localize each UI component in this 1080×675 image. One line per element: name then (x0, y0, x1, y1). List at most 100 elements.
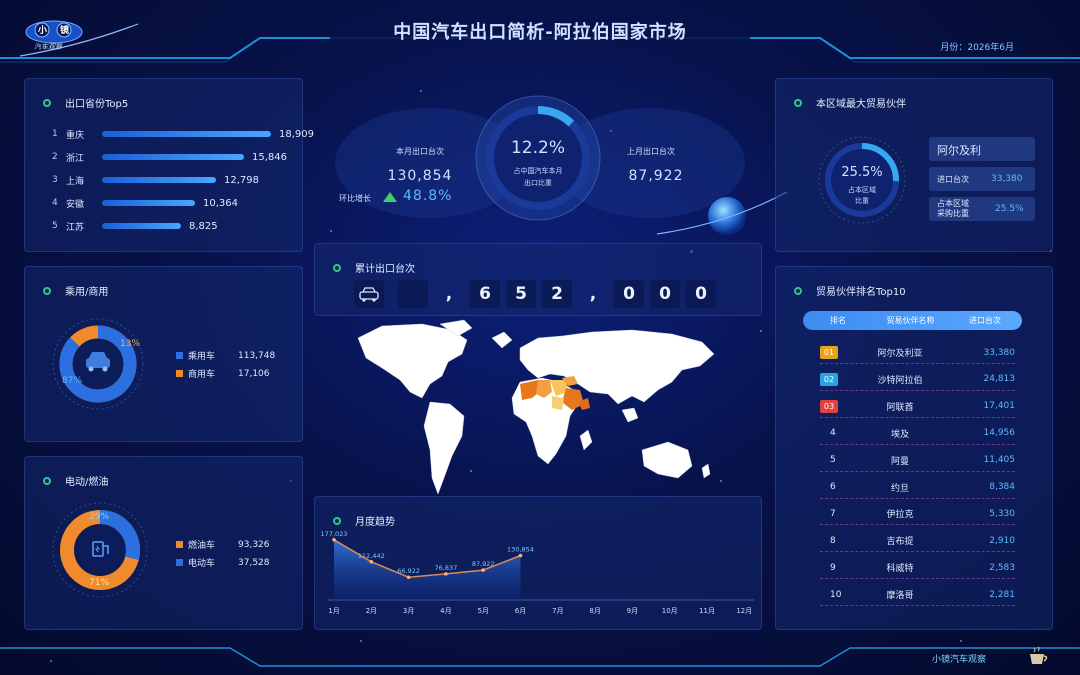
bullet-icon (43, 476, 51, 485)
counter-digit: 6 (470, 280, 500, 308)
table-row: 10 摩洛哥 2,281 (820, 584, 1015, 607)
row-name: 阿曼 (890, 456, 909, 467)
x-tick-label: 11月 (699, 607, 715, 615)
top5-row: 3 上海 12,798 (52, 172, 259, 188)
top5-row: 1 重庆 18,909 (52, 126, 314, 142)
row-name: 科威特 (886, 564, 914, 575)
row-name: 摩洛哥 (886, 591, 914, 602)
data-label: 66,922 (397, 567, 420, 575)
share-value: 12.2% (510, 138, 565, 158)
partner-name-box: 阿尔及利 (929, 137, 1035, 161)
row-rank: 10 (820, 590, 860, 600)
rank-text: 9 (830, 562, 836, 573)
mom-label: 环比增长 (339, 194, 371, 203)
vehicle-type-title: 乘用/商用 (65, 287, 109, 298)
purchase-label-2: 采购比重 (937, 209, 969, 218)
panel-title: 贸易伙伴排名Top10 (794, 283, 906, 298)
car-icon-box (354, 280, 384, 308)
x-tick-label: 4月 (440, 607, 451, 615)
top5-rank: 3 (52, 175, 58, 185)
legend-value: 37,528 (238, 557, 270, 568)
power-type-title: 电动/燃油 (65, 477, 109, 488)
top5-bar (102, 131, 271, 137)
data-label: 130,854 (507, 546, 534, 554)
region-title: 本区域最大贸易伙伴 (816, 99, 906, 110)
this-month-value: 130,854 (387, 168, 453, 184)
data-point (406, 575, 411, 580)
row-name: 阿尔及利亚 (877, 349, 923, 359)
data-point (369, 559, 374, 564)
x-tick-label: 10月 (662, 607, 678, 615)
legend-value: 17,106 (238, 368, 270, 379)
top5-title: 出口省份Top5 (65, 99, 129, 110)
x-tick-label: 5月 (477, 607, 488, 615)
row-name: 沙特阿拉伯 (877, 375, 923, 386)
x-tick-label: 8月 (589, 607, 600, 615)
row-name: 阿联酋 (886, 402, 914, 413)
col-value: 进口台次 (969, 316, 1001, 325)
region-share-value: 25.5% (841, 165, 883, 180)
table-row: 8 吉布提 2,910 (820, 530, 1015, 553)
panel-title: 累计出口台次 (333, 260, 415, 275)
top5-row: 2 浙江 15,846 (52, 149, 287, 165)
top5-bar (102, 223, 181, 229)
mom-value: 48.8% (403, 188, 453, 204)
counter-digit: 5 (506, 280, 536, 308)
row-value: 2,281 (989, 589, 1015, 600)
counter-digit: 0 (650, 280, 680, 308)
legend-swatch (176, 352, 183, 359)
top5-value: 8,825 (189, 220, 218, 232)
passenger-pct-label: 87% (62, 376, 83, 386)
rank-badge: 03 (820, 399, 838, 413)
bullet-icon (794, 286, 802, 295)
x-tick-label: 7月 (552, 607, 563, 615)
legend-fuel: 燃油车 93,326 (176, 538, 270, 551)
world-map (357, 319, 715, 495)
counter-digit: 2 (542, 280, 572, 308)
car-icon (359, 287, 379, 302)
row-value: 17,401 (983, 401, 1016, 412)
rank-text: 4 (830, 428, 836, 439)
top5-name: 浙江 (66, 153, 85, 164)
partners-title: 贸易伙伴排名Top10 (816, 287, 906, 298)
footer-frame (0, 647, 1080, 667)
top5-name: 安徽 (66, 199, 85, 210)
counter-digit: 0 (614, 280, 644, 308)
data-label: 76,837 (435, 564, 458, 572)
rank-badge: 01 (820, 346, 838, 359)
panel-title: 电动/燃油 (43, 473, 108, 488)
legend-label: 商用车 (188, 370, 216, 380)
data-point (481, 568, 485, 572)
row-rank: 03 (820, 399, 860, 413)
row-value: 33,380 (983, 347, 1016, 358)
top5-bar (102, 154, 244, 160)
vehicle-type-donut (52, 318, 144, 410)
top5-value: 15,846 (252, 151, 287, 163)
top5-name: 上海 (66, 176, 85, 187)
counter-digit: 0 (686, 280, 716, 308)
import-box: 进口台次 33,380 (929, 167, 1035, 191)
top5-value: 18,909 (279, 128, 314, 140)
counter-separator: , (445, 284, 453, 304)
x-tick-label: 6月 (515, 607, 526, 615)
purchase-box: 占本区域 采购比重 25.5% (929, 197, 1035, 221)
bullet-icon (794, 98, 802, 107)
share-gauge (475, 95, 601, 221)
row-value: 14,956 (983, 428, 1016, 439)
footer-brand: 小镜汽车观察 (931, 655, 986, 665)
x-tick-label: 3月 (403, 607, 414, 615)
last-month-value: 87,922 (628, 168, 684, 184)
top5-bar (102, 200, 195, 206)
row-value: 2,910 (989, 535, 1015, 546)
top5-name: 江苏 (66, 222, 85, 233)
legend-label: 电动车 (188, 559, 216, 569)
data-point (518, 553, 523, 558)
panel-title: 本区域最大贸易伙伴 (794, 95, 906, 110)
ev-pct-label: 29% (89, 512, 110, 522)
data-label: 177,023 (321, 530, 348, 538)
top5-value: 12,798 (224, 174, 259, 186)
row-value: 11,405 (983, 455, 1016, 466)
top5-rank: 1 (52, 129, 58, 139)
row-rank: 8 (820, 536, 860, 546)
legend-ev: 电动车 37,528 (176, 556, 270, 569)
